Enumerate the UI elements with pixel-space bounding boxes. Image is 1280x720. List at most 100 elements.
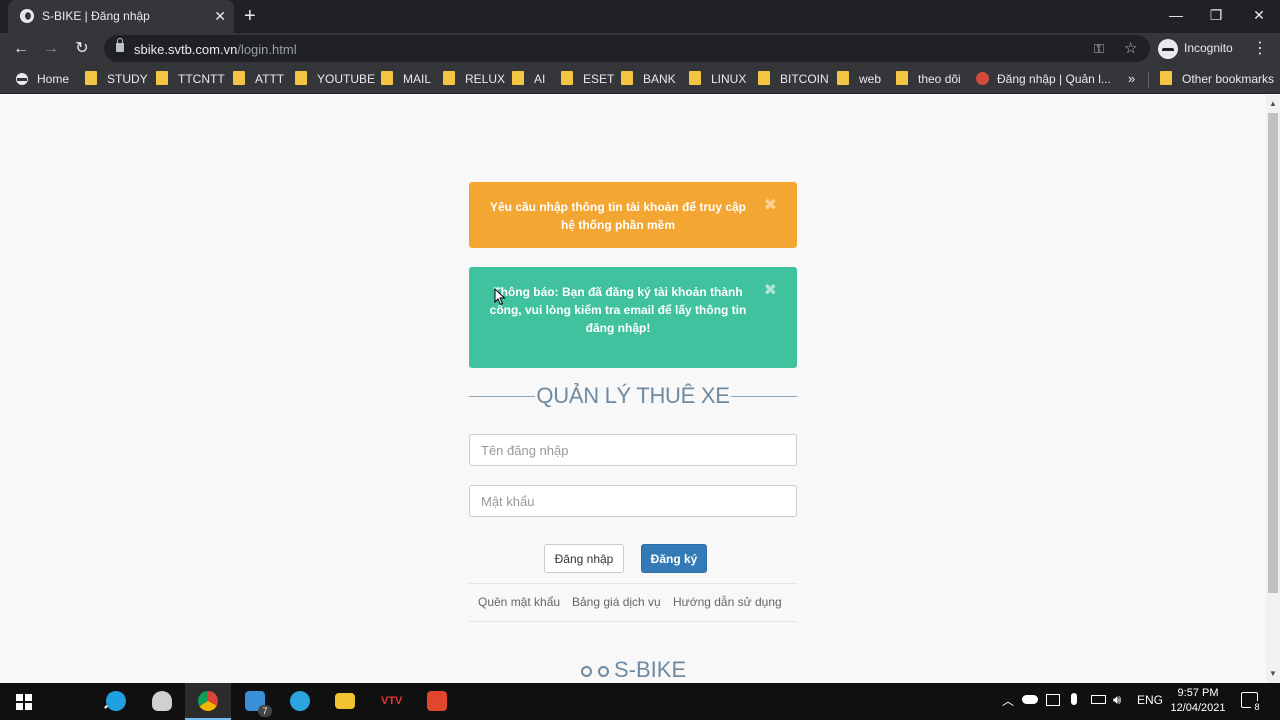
register-button[interactable]: Đăng ký	[641, 544, 707, 573]
helmet-icon	[152, 691, 172, 711]
bookmark-theo-doi[interactable]: theo dõi	[896, 71, 961, 87]
page-title: QUẢN LÝ THUÊ XE	[469, 381, 797, 411]
folder-icon	[295, 71, 307, 85]
bookmark-eset[interactable]: ESET	[561, 71, 614, 87]
bookmark-home[interactable]: Home	[16, 71, 69, 87]
folder-icon	[335, 693, 355, 709]
taskbar-app-helmet[interactable]	[139, 683, 185, 720]
folder-icon	[381, 71, 393, 85]
chrome-icon	[198, 691, 218, 711]
user-guide-link[interactable]: Hướng dẫn sử dụng	[673, 595, 782, 609]
close-icon[interactable]: ✖	[764, 197, 777, 215]
bookmark-relux[interactable]: RELUX	[443, 71, 505, 87]
scrollbar-thumb[interactable]	[1268, 113, 1278, 593]
folder-icon	[512, 71, 524, 85]
search-button[interactable]	[46, 683, 120, 720]
incognito-profile[interactable]: Incognito	[1158, 39, 1233, 61]
warning-alert: Yêu cầu nhập thông tin tài khoản để truy…	[469, 182, 797, 248]
bookmark-dang-nhap[interactable]: Đăng nhập | Quản l...	[976, 71, 1111, 87]
tab-close-button[interactable]: ✕	[214, 7, 226, 25]
bookmark-attt[interactable]: ATTT	[233, 71, 284, 87]
password-input[interactable]	[469, 485, 797, 517]
success-alert-text: Thông báo: Bạn đã đăng ký tài khoản thàn…	[489, 285, 747, 335]
back-button[interactable]: ←	[9, 37, 33, 61]
scroll-down-icon[interactable]: ▼	[1269, 669, 1277, 678]
browser-toolbar: ← → ↻ sbike.svtb.com.vn/login.html ⚿ ☆ I…	[0, 33, 1280, 64]
login-page: Yêu cầu nhập thông tin tài khoản để truy…	[0, 95, 1266, 683]
close-icon[interactable]: ✖	[764, 282, 777, 300]
warning-alert-text: Yêu cầu nhập thông tin tài khoản để truy…	[489, 200, 747, 232]
tab-active[interactable]: S-BIKE | Đăng nhập ✕	[8, 0, 234, 33]
page-scrollbar[interactable]: ▲ ▼	[1266, 95, 1280, 683]
taskbar-telegram[interactable]	[277, 683, 323, 720]
login-button[interactable]: Đăng nhập	[544, 544, 624, 573]
key-icon[interactable]: ⚿	[1094, 41, 1104, 57]
bookmark-ttcntt[interactable]: TTCNTT	[156, 71, 225, 87]
pricing-link[interactable]: Bảng giá dịch vụ	[572, 595, 661, 609]
language-indicator[interactable]: ENG	[1137, 693, 1163, 707]
url-text: sbike.svtb.com.vn/login.html	[134, 42, 297, 57]
bookmark-bitcoin[interactable]: BITCOIN	[758, 71, 829, 87]
camtasia-icon	[427, 691, 447, 711]
taskbar-chrome[interactable]	[185, 683, 231, 720]
folder-icon	[561, 71, 573, 85]
globe-icon	[20, 9, 34, 23]
bookmark-study[interactable]: STUDY	[85, 71, 148, 87]
mouse-cursor-icon	[494, 288, 506, 306]
new-tab-button[interactable]: +	[244, 4, 256, 28]
restore-button[interactable]: ❐	[1204, 4, 1228, 26]
start-button[interactable]	[0, 683, 46, 720]
bookmark-youtube[interactable]: YOUTUBE	[295, 71, 375, 87]
bookmark-mail[interactable]: MAIL	[381, 71, 431, 87]
divider	[469, 583, 797, 584]
lock-icon	[116, 38, 124, 52]
folder-icon	[233, 71, 245, 85]
mail-badge: 7	[258, 705, 272, 717]
bookmark-linux[interactable]: LINUX	[689, 71, 746, 87]
bookmarks-separator	[1148, 72, 1149, 88]
edge-icon	[106, 691, 126, 711]
incognito-icon	[1158, 39, 1178, 59]
kebab-menu-icon[interactable]: ⋮	[1252, 38, 1268, 58]
bookmark-ai[interactable]: AI	[512, 71, 545, 87]
footer-links: Quên mật khẩu Bảng giá dịch vụ Hướng dẫn…	[469, 595, 797, 611]
folder-icon	[1160, 71, 1172, 85]
onedrive-icon[interactable]	[1022, 695, 1038, 704]
taskbar-edge[interactable]	[93, 683, 139, 720]
battery-icon[interactable]	[1091, 695, 1106, 704]
window-close-button[interactable]: ✕	[1247, 4, 1271, 26]
forgot-password-link[interactable]: Quên mật khẩu	[478, 595, 560, 609]
taskbar-mail[interactable]	[232, 683, 278, 720]
taskbar-app-red[interactable]	[414, 683, 460, 720]
forward-button[interactable]: →	[39, 37, 63, 61]
bookmarks-bar: Home STUDY TTCNTT ATTT YOUTUBE MAIL RELU…	[0, 64, 1280, 94]
clock[interactable]: 9:57 PM 12/04/2021	[1168, 686, 1228, 716]
other-bookmarks[interactable]: Other bookmarks	[1160, 71, 1274, 87]
divider	[469, 621, 797, 622]
bookmark-bank[interactable]: BANK	[621, 71, 676, 87]
bicycle-icon	[580, 660, 610, 678]
reload-button[interactable]: ↻	[70, 37, 94, 61]
folder-icon	[758, 71, 770, 85]
folder-icon	[156, 71, 168, 85]
speaker-icon[interactable]: 🔊︎	[1113, 692, 1121, 708]
taskbar-explorer[interactable]	[322, 683, 368, 720]
windows-taskbar: 7 VTV ︿ 🔊︎ ENG 9:57 PM 12/04/2021 8	[0, 683, 1280, 720]
ninja-icon	[16, 73, 28, 85]
title-divider-right	[731, 396, 797, 397]
bookmarks-overflow-icon[interactable]: »	[1128, 71, 1135, 86]
folder-icon	[896, 71, 908, 85]
tab-title: S-BIKE | Đăng nhập	[42, 9, 150, 23]
folder-icon	[443, 71, 455, 85]
security-icon[interactable]	[1046, 694, 1060, 706]
bookmark-web[interactable]: web	[837, 71, 881, 87]
tray-overflow-icon[interactable]: ︿	[1002, 692, 1014, 709]
microphone-icon[interactable]	[1071, 693, 1077, 705]
bookmark-star-icon[interactable]: ☆	[1124, 39, 1137, 57]
address-bar[interactable]: sbike.svtb.com.vn/login.html ⚿ ☆	[104, 35, 1150, 62]
minimize-button[interactable]: —	[1164, 4, 1188, 26]
username-input[interactable]	[469, 434, 797, 466]
folder-icon	[621, 71, 633, 85]
taskbar-vtv[interactable]: VTV	[368, 683, 414, 720]
scroll-up-icon[interactable]: ▲	[1269, 99, 1277, 108]
